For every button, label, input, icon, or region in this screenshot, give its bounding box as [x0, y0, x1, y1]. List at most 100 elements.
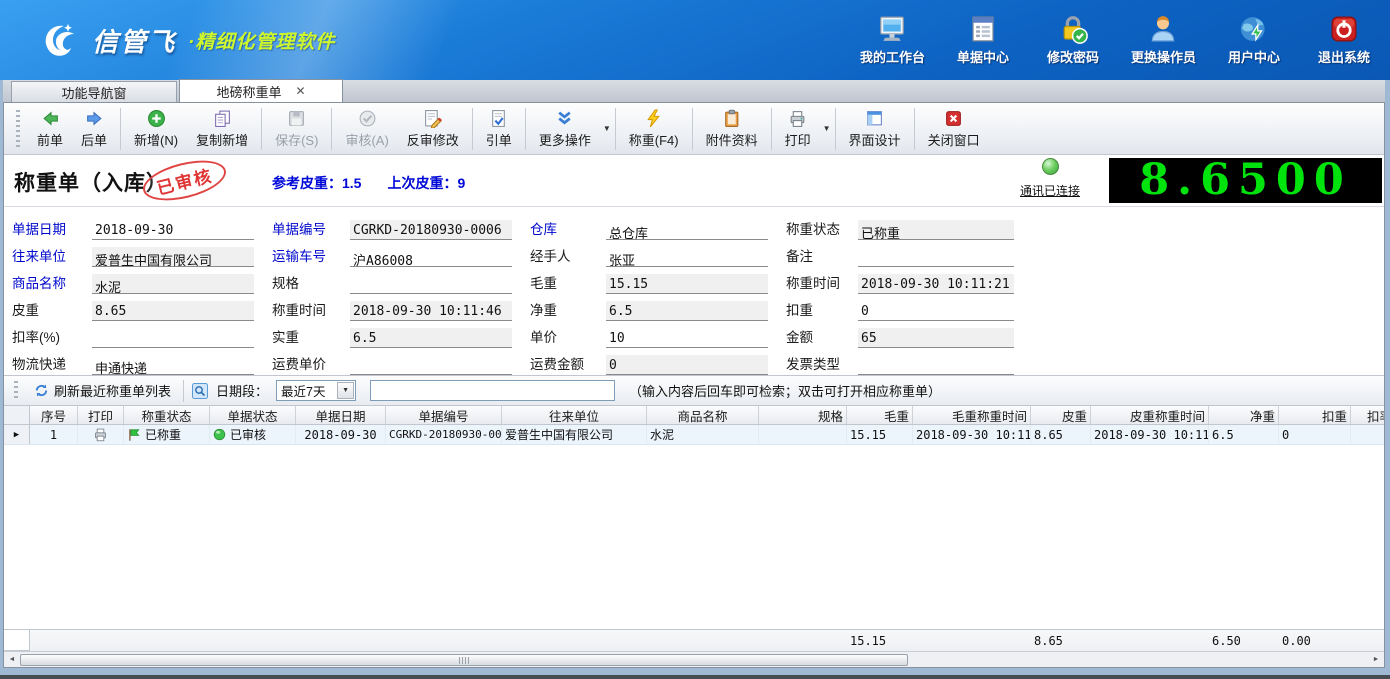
close-window-button[interactable]: 关闭窗口 [919, 106, 989, 152]
col-header[interactable]: 单据日期 [296, 406, 386, 424]
doc-no-field[interactable]: CGRKD-20180930-0006 [350, 220, 512, 240]
tab-function-nav[interactable]: 功能导航窗 [11, 81, 177, 102]
switch-operator-button[interactable]: 更换操作员 [1131, 14, 1196, 66]
truck-no-field[interactable]: 沪A86008 [350, 247, 512, 269]
gross-time-field[interactable]: 2018-09-30 10:11:21 [858, 274, 1014, 294]
toolbar-separator [524, 107, 526, 150]
cell-print[interactable] [78, 425, 124, 444]
summary-net: 6.50 [1212, 633, 1241, 648]
more-actions-button[interactable]: 更多操作 ▼ [530, 106, 611, 152]
remark-field[interactable] [858, 247, 1014, 267]
status-orb-icon [1041, 158, 1059, 175]
doc-center-button[interactable]: 单据中心 [951, 14, 1015, 66]
scrollbar-thumb[interactable] [20, 654, 908, 666]
col-header[interactable]: 称重状态 [124, 406, 210, 424]
person-icon [1152, 16, 1175, 42]
list-toolbar-grip[interactable] [14, 380, 18, 401]
print-button[interactable]: 打印 ▼ [776, 106, 831, 152]
col-header[interactable]: 单据状态 [210, 406, 296, 424]
freight-price-field[interactable] [350, 355, 512, 375]
tare-field[interactable]: 8.65 [92, 301, 254, 321]
date-range-select[interactable]: 最近7天 ▼ [276, 380, 357, 401]
prev-doc-button[interactable]: 前单 [28, 106, 72, 152]
audited-stamp: 已审核 [139, 153, 230, 208]
weight-led-display: 8.6500 [1109, 158, 1382, 203]
tab-close-icon[interactable]: ✕ [295, 85, 305, 97]
cell-spec [759, 425, 847, 444]
toolbar-grip[interactable] [16, 109, 20, 148]
new-button[interactable]: 新增(N) [125, 106, 187, 152]
dropdown-arrow-icon[interactable]: ▼ [603, 124, 611, 133]
col-header[interactable]: 序号 [30, 406, 78, 424]
edit-page-icon [425, 109, 443, 128]
scroll-left-icon[interactable]: ◄ [4, 653, 20, 667]
next-doc-button[interactable]: 后单 [72, 106, 116, 152]
unaudit-button[interactable]: 反审修改 [398, 106, 468, 152]
copy-new-button[interactable]: 复制新增 [187, 106, 257, 152]
field-label: 皮重 [12, 303, 39, 318]
table-row[interactable]: ▶ 1 已称重 已审核 2018-09-30 CGRKD-20180930-00… [4, 425, 1384, 445]
horizontal-scrollbar[interactable]: ◄ ► [4, 651, 1384, 667]
attachments-button[interactable]: 附件资料 [697, 106, 767, 152]
deduct-weight-field[interactable]: 0 [858, 301, 1014, 321]
col-header[interactable]: 净重 [1209, 406, 1279, 424]
handler-field[interactable]: 张亚 [606, 247, 768, 269]
col-header[interactable]: 单据编号 [386, 406, 502, 424]
field-label: 经手人 [530, 249, 571, 264]
save-button: 保存(S) [266, 106, 327, 152]
col-header[interactable]: 扣重 [1279, 406, 1351, 424]
comm-status[interactable]: 通讯已连接 [1008, 158, 1092, 199]
product-field[interactable]: 水泥 [92, 274, 254, 296]
invoice-type-field[interactable] [858, 355, 1014, 375]
pull-doc-button[interactable]: 引单 [477, 106, 521, 152]
toolbar-separator [691, 107, 693, 150]
warehouse-field[interactable]: 总仓库 [606, 220, 768, 242]
col-header[interactable]: 毛重称重时间 [913, 406, 1031, 424]
spec-field[interactable] [350, 274, 512, 294]
copy-icon [214, 110, 230, 127]
ui-design-button[interactable]: 界面设计 [840, 106, 910, 152]
title-bar: 信管飞 ·精细化管理软件 我的工作台 单据中心 修改密码 更换操作员 用户中心 … [0, 0, 1390, 80]
col-header[interactable]: 皮重 [1031, 406, 1091, 424]
combo-dropdown-icon[interactable]: ▼ [337, 382, 355, 399]
col-header[interactable]: 商品名称 [647, 406, 759, 424]
gross-weight-field[interactable]: 15.15 [606, 274, 768, 294]
summary-tare: 8.65 [1034, 633, 1063, 648]
exit-system-button[interactable]: 退出系统 [1312, 14, 1376, 66]
search-input[interactable] [370, 380, 616, 401]
col-header[interactable]: 皮重称重时间 [1091, 406, 1209, 424]
dropdown-arrow-icon[interactable]: ▼ [823, 124, 831, 133]
field-label: 称重时间 [272, 303, 326, 318]
amount-field[interactable]: 65 [858, 328, 1014, 348]
arrow-right-icon [86, 111, 102, 125]
scroll-right-icon[interactable]: ► [1368, 653, 1384, 667]
col-header[interactable]: 打印 [78, 406, 124, 424]
workbench-button[interactable]: 我的工作台 [860, 14, 925, 66]
col-header[interactable]: 往来单位 [502, 406, 647, 424]
refresh-list-button[interactable]: 刷新最近称重单列表 [30, 379, 175, 402]
partner-field[interactable]: 爱普生中国有限公司 [92, 247, 254, 269]
weigh-status-field[interactable]: 已称重 [858, 220, 1014, 242]
doc-date-field[interactable]: 2018-09-30 [92, 220, 254, 240]
magnifier-icon [192, 382, 209, 399]
net-weight-field[interactable]: 6.5 [606, 301, 768, 321]
deduct-rate-field[interactable] [92, 328, 254, 348]
arrow-left-icon [42, 111, 58, 125]
tare-time-field[interactable]: 2018-09-30 10:11:46 [350, 301, 512, 321]
weigh-button[interactable]: 称重(F4) [620, 106, 688, 152]
logistics-field[interactable]: 申通快递 [92, 355, 254, 377]
actual-weight-field[interactable]: 6.5 [350, 328, 512, 348]
layout-icon [867, 110, 882, 125]
cell-gross: 15.15 [847, 425, 913, 444]
tab-weighbridge-order[interactable]: 地磅称重单 ✕ [179, 79, 343, 102]
unit-price-field[interactable]: 10 [606, 328, 768, 348]
col-header[interactable]: 规格 [759, 406, 847, 424]
tare-info: 参考皮重：1.5 上次皮重：9 [272, 173, 465, 193]
change-password-button[interactable]: 修改密码 [1041, 14, 1105, 66]
col-header[interactable]: 扣率 [1351, 406, 1384, 424]
search-hint: （输入内容后回车即可检索；双击可打开相应称重单） [629, 384, 942, 399]
user-center-button[interactable]: 用户中心 [1222, 14, 1286, 66]
freight-amount-field[interactable]: 0 [606, 355, 768, 375]
col-header[interactable]: 毛重 [847, 406, 913, 424]
add-circle-icon [147, 109, 165, 127]
